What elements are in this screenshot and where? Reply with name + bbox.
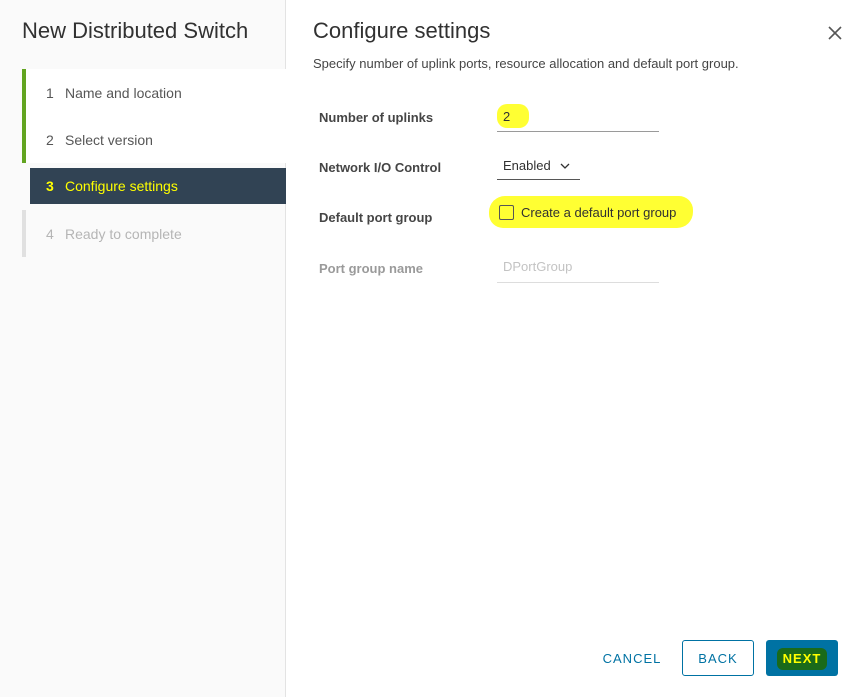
step-label: Ready to complete <box>65 225 182 242</box>
wizard-steps: 1 Name and location 2 Select version 3 C… <box>22 69 286 257</box>
step-number: 2 <box>46 131 54 148</box>
wizard-content: Configure settings Specify number of upl… <box>286 0 861 697</box>
uplinks-value: 2 <box>503 109 511 124</box>
step-number: 3 <box>46 178 54 194</box>
step-label: Select version <box>65 131 153 148</box>
step-rail <box>22 210 26 257</box>
pg-name-input <box>503 259 653 274</box>
pg-name-row: Port group name <box>319 253 839 283</box>
wizard-sidebar: New Distributed Switch 1 Name and locati… <box>0 0 286 697</box>
chevron-down-icon <box>560 163 570 169</box>
step-name-and-location[interactable]: 1 Name and location <box>22 69 286 116</box>
step-configure-settings[interactable]: 3 Configure settings <box>30 168 286 204</box>
step-number: 1 <box>46 84 54 101</box>
cancel-button[interactable]: CANCEL <box>596 640 668 676</box>
page-subtitle: Specify number of uplink ports, resource… <box>313 56 739 71</box>
close-icon[interactable] <box>826 24 844 42</box>
pg-name-field <box>497 253 659 283</box>
uplinks-label: Number of uplinks <box>319 110 434 125</box>
step-label: Configure settings <box>61 175 186 198</box>
next-button-label: NEXT <box>776 647 827 670</box>
step-label: Name and location <box>65 84 182 101</box>
default-pg-label: Default port group <box>319 210 433 225</box>
step-number: 4 <box>46 225 54 242</box>
pg-name-label: Port group name <box>319 261 424 276</box>
step-rail <box>22 116 26 163</box>
step-rail <box>22 69 26 116</box>
wizard-title: New Distributed Switch <box>22 18 249 43</box>
create-default-pg-checkbox[interactable] <box>499 204 514 220</box>
step-ready-to-complete: 4 Ready to complete <box>22 210 286 257</box>
default-pg-row: Default port group Create a default port… <box>319 196 839 232</box>
nioc-label: Network I/O Control <box>319 160 442 175</box>
create-default-pg-checkbox-control[interactable]: Create a default port group <box>489 196 693 228</box>
step-select-version[interactable]: 2 Select version <box>22 116 286 163</box>
next-button[interactable]: NEXT <box>766 640 838 676</box>
back-button[interactable]: BACK <box>682 640 754 676</box>
nioc-row: Network I/O Control Enabled <box>319 152 839 182</box>
page-title: Configure settings <box>313 18 491 43</box>
uplinks-row: Number of uplinks 2 <box>319 102 839 132</box>
nioc-value: Enabled <box>503 158 551 173</box>
nioc-select[interactable]: Enabled <box>497 152 580 180</box>
highlight-mark <box>497 104 529 128</box>
create-default-pg-label: Create a default port group <box>521 204 677 220</box>
uplinks-input[interactable]: 2 <box>497 102 659 132</box>
